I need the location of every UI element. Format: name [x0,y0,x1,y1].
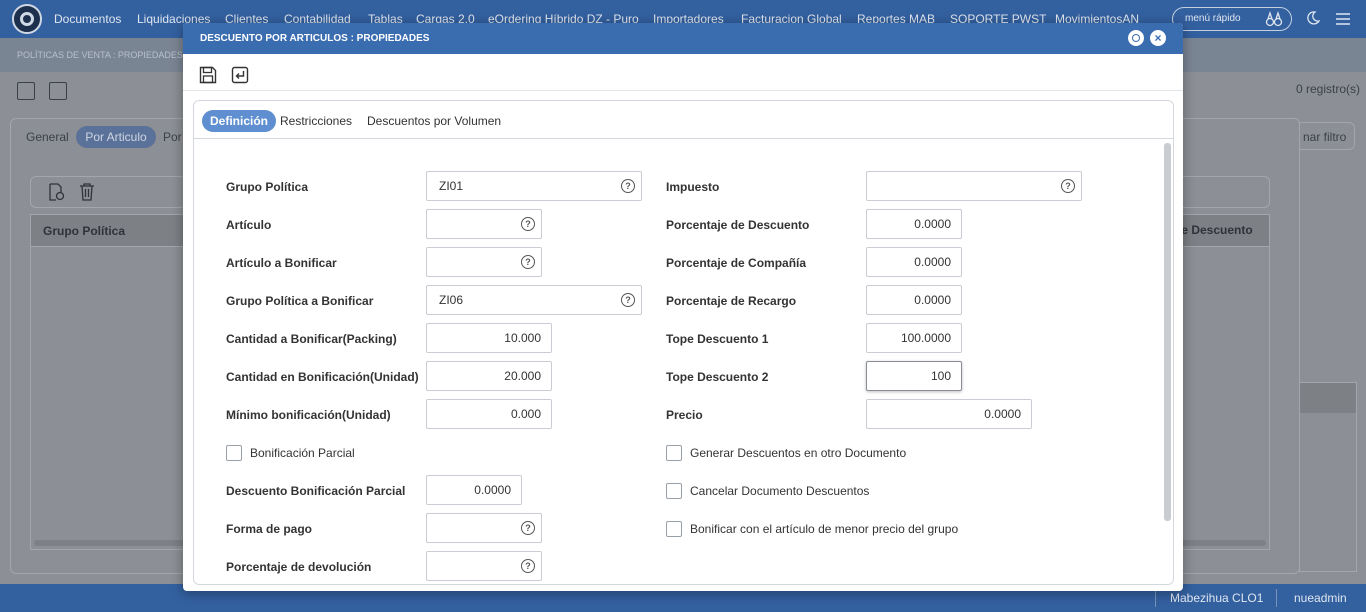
bg-save-icon [17,82,35,100]
help-icon[interactable]: ? [521,255,535,269]
binoculars-icon [1265,11,1283,27]
status-user-name: Mabezihua CLO1 [1170,591,1264,605]
status-divider [1155,589,1156,607]
label-cantidad-en-bonificacion: Cantidad en Bonificación(Unidad) [226,370,419,384]
impuesto-field[interactable]: ? [866,171,1082,201]
porcentaje-descuento-field[interactable]: 0.0000 [866,209,962,239]
hamburger-menu-icon[interactable] [1335,12,1351,26]
forma-pago-field[interactable]: ? [426,513,542,543]
label-porcentaje-recargo: Porcentaje de Recargo [666,294,797,308]
label-porcentaje-descuento: Porcentaje de Descuento [666,218,810,232]
label-porcentaje-compania: Porcentaje de Compañía [666,256,807,270]
cantidad-en-bonificacion-field[interactable]: 20.000 [426,361,552,391]
cancelar-documento-label: Cancelar Documento Descuentos [690,484,870,498]
help-icon[interactable]: ? [521,559,535,573]
articulo-bonificar-field[interactable]: ? [426,247,542,277]
tope-descuento-1-field[interactable]: 100.0000 [866,323,962,353]
quick-menu-label: menú rápido [1185,13,1241,24]
label-tope-descuento-1: Tope Descuento 1 [666,332,769,346]
porcentaje-devolucion-field[interactable]: ? [426,551,542,581]
bg-col-grupo-politica: Grupo Política [43,224,126,238]
dialog-options-button[interactable] [1128,30,1144,46]
descuento-bonificacion-parcial-field[interactable]: 0.0000 [426,475,522,505]
dialog-title: DESCUENTO POR ARTICULOS : PROPIEDADES [200,33,430,44]
dialog-header: DESCUENTO POR ARTICULOS : PROPIEDADES × [183,23,1183,54]
help-icon[interactable]: ? [521,521,535,535]
label-forma-pago: Forma de pago [226,522,313,536]
dialog-close-button[interactable]: × [1150,30,1166,46]
label-precio: Precio [666,408,703,422]
tope-descuento-2-field[interactable]: 100 [866,361,962,391]
label-articulo-bonificar: Artículo a Bonificar [226,256,337,270]
help-icon[interactable]: ? [1061,179,1075,193]
grupo-politica-field[interactable]: ZI01 ? [426,171,642,201]
grupo-politica-bonificar-field[interactable]: ZI06 ? [426,285,642,315]
minimo-bonificacion-field[interactable]: 0.000 [426,399,552,429]
help-icon[interactable]: ? [621,179,635,193]
generar-descuentos-checkbox[interactable] [666,445,682,461]
bg-tab-general: General [26,130,69,144]
porcentaje-compania-field[interactable]: 0.0000 [866,247,962,277]
precio-field[interactable]: 0.0000 [866,399,1032,429]
label-minimo-bonificacion: Mínimo bonificación(Unidad) [226,408,391,422]
return-icon[interactable] [231,66,249,84]
tab-descuentos-volumen[interactable]: Descuentos por Volumen [367,110,501,132]
bonificacion-parcial-checkbox[interactable] [226,445,242,461]
tab-restricciones[interactable]: Restricciones [280,110,352,132]
nav-item-documentos[interactable]: Documentos [54,12,121,26]
status-login: nueadmin [1294,591,1347,605]
bg-tab-por: Por [163,130,182,144]
dark-mode-icon[interactable] [1306,11,1320,25]
bg-record-count: 0 registro(s) [1296,82,1361,96]
grupo-politica-bonificar-value: ZI06 [439,293,464,307]
cantidad-bonificar-field[interactable]: 10.000 [426,323,552,353]
porcentaje-recargo-field[interactable]: 0.0000 [866,285,962,315]
label-grupo-politica: Grupo Política [226,180,309,194]
app-logo[interactable] [12,4,42,34]
label-grupo-politica-bonificar: Grupo Política a Bonificar [226,294,374,308]
status-divider [1276,589,1277,607]
label-impuesto: Impuesto [666,180,720,194]
label-descuento-bonificacion-parcial: Descuento Bonificación Parcial [226,484,406,498]
cancelar-documento-checkbox[interactable] [666,483,682,499]
bg-filter-button: nar filtro [1299,122,1355,150]
bg-return-icon [49,82,67,100]
definition-panel: Definición Restricciones Descuentos por … [193,100,1174,585]
bonificacion-parcial-label: Bonificación Parcial [250,446,355,460]
generar-descuentos-label: Generar Descuentos en otro Documento [690,446,907,460]
label-porcentaje-devolucion: Porcentaje de devolución [226,560,372,574]
panel-scrollbar[interactable] [1164,143,1171,521]
toolbar-divider [183,90,1183,91]
bg-trash-icon [80,183,94,201]
tab-definicion[interactable]: Definición [202,110,277,132]
articulo-field[interactable]: ? [426,209,542,239]
help-icon[interactable]: ? [621,293,635,307]
quick-menu-button[interactable]: menú rápido [1172,7,1292,31]
save-icon[interactable] [199,66,217,84]
label-articulo: Artículo [226,218,272,232]
help-icon[interactable]: ? [521,217,535,231]
bonificar-menor-precio-label: Bonificar con el artículo de menor preci… [690,522,959,536]
page-breadcrumb: POLÍTICAS DE VENTA : PROPIEDADES [17,50,183,60]
bg-tab-por-articulo: Por Articulo [76,126,156,148]
bg-right-panel [1299,382,1357,572]
bg-add-file-icon [49,183,65,201]
label-tope-descuento-2: Tope Descuento 2 [666,370,769,384]
bg-col-descuento: je Descuento [1178,223,1253,237]
label-cantidad-bonificar: Cantidad a Bonificar(Packing) [226,332,397,346]
properties-dialog: DESCUENTO POR ARTICULOS : PROPIEDADES × … [183,23,1183,591]
bonificar-menor-precio-checkbox[interactable] [666,521,682,537]
dialog-tabs: Definición Restricciones Descuentos por … [194,101,1173,139]
grupo-politica-value: ZI01 [439,179,464,193]
